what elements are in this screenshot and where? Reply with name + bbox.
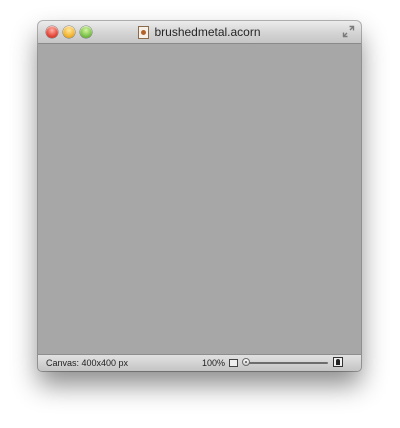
- zoom-slider-track[interactable]: [246, 362, 328, 364]
- zoom-level-label: 100%: [202, 358, 226, 368]
- title-group: brushedmetal.acorn: [38, 21, 361, 43]
- canvas-size-label: Canvas: 400x400 px: [46, 358, 129, 368]
- window-title: brushedmetal.acorn: [154, 25, 261, 39]
- image-canvas[interactable]: [38, 44, 361, 354]
- zoom-slider-knob[interactable]: [242, 358, 250, 366]
- fullscreen-icon[interactable]: [342, 25, 355, 38]
- document-window: brushedmetal.acorn Canvas: 400x400 px 10…: [38, 21, 361, 371]
- title-bar[interactable]: brushedmetal.acorn: [38, 21, 361, 44]
- zoom-to-fit-icon[interactable]: [229, 359, 238, 367]
- actual-size-icon[interactable]: [333, 357, 343, 367]
- document-icon[interactable]: [138, 25, 150, 39]
- status-bar: Canvas: 400x400 px 100%: [38, 354, 361, 371]
